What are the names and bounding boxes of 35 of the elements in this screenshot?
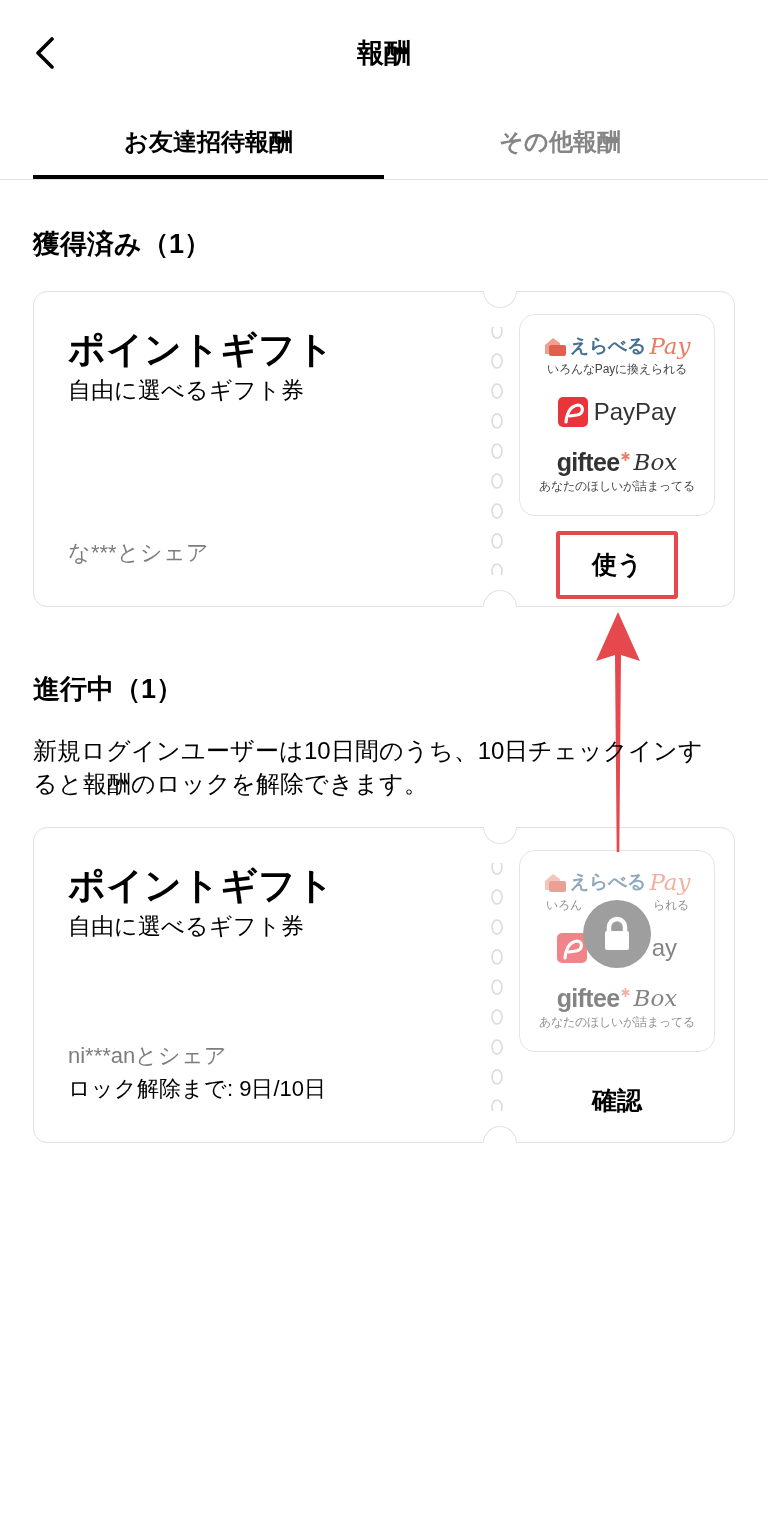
tab[interactable]: お友達招待報酬: [33, 105, 384, 179]
brand-suffix: Pay: [649, 868, 691, 896]
reward-subtitle: 自由に選べるギフト券: [68, 912, 305, 941]
brand-name: giftee: [556, 447, 620, 477]
brand-name: PayPay: [593, 396, 677, 427]
tab[interactable]: その他報酬: [384, 105, 735, 179]
app-mark-icon: [557, 396, 588, 427]
asterisk-icon: [620, 987, 630, 997]
brand-name: giftee: [556, 983, 620, 1013]
brand-tagline: あなたのほしいが詰まってる: [539, 479, 695, 493]
shared-with-text: な***とシェア: [68, 539, 210, 567]
unlock-progress-text: ロック解除まで: 9日/10日: [68, 1075, 328, 1103]
reward-subtitle: 自由に選べるギフト券: [68, 376, 305, 405]
brand-name: えらべる: [570, 334, 647, 358]
brand-tagline: いろんなPayに換えられる: [546, 362, 688, 376]
brand-suffix: Pay: [649, 332, 691, 360]
brand-name: えらべる: [570, 870, 647, 894]
action-button[interactable]: 使う: [556, 531, 678, 599]
section-heading: 獲得済み（1）: [33, 228, 213, 261]
page-title: 報酬: [357, 36, 411, 70]
wallet-icon: [543, 871, 568, 893]
asterisk-icon: [620, 451, 630, 461]
app-mark-icon: [557, 932, 587, 963]
back-icon: [34, 36, 56, 69]
section-heading: 進行中（1）: [33, 673, 185, 706]
wallet-icon: [543, 335, 568, 357]
brand-tagline: あなたのほしいが詰まってる: [539, 1015, 695, 1029]
brand-suffix: Box: [633, 448, 678, 477]
brand-name: ay: [651, 932, 677, 963]
brand-tagline: られる: [652, 898, 689, 912]
shared-with-text: ni***anとシェア: [68, 1042, 229, 1070]
brand-tagline: いろん: [545, 898, 582, 912]
reward-title: ポイントギフト: [68, 864, 335, 908]
brand-suffix: Box: [633, 984, 678, 1013]
reward-title: ポイントギフト: [68, 328, 335, 372]
